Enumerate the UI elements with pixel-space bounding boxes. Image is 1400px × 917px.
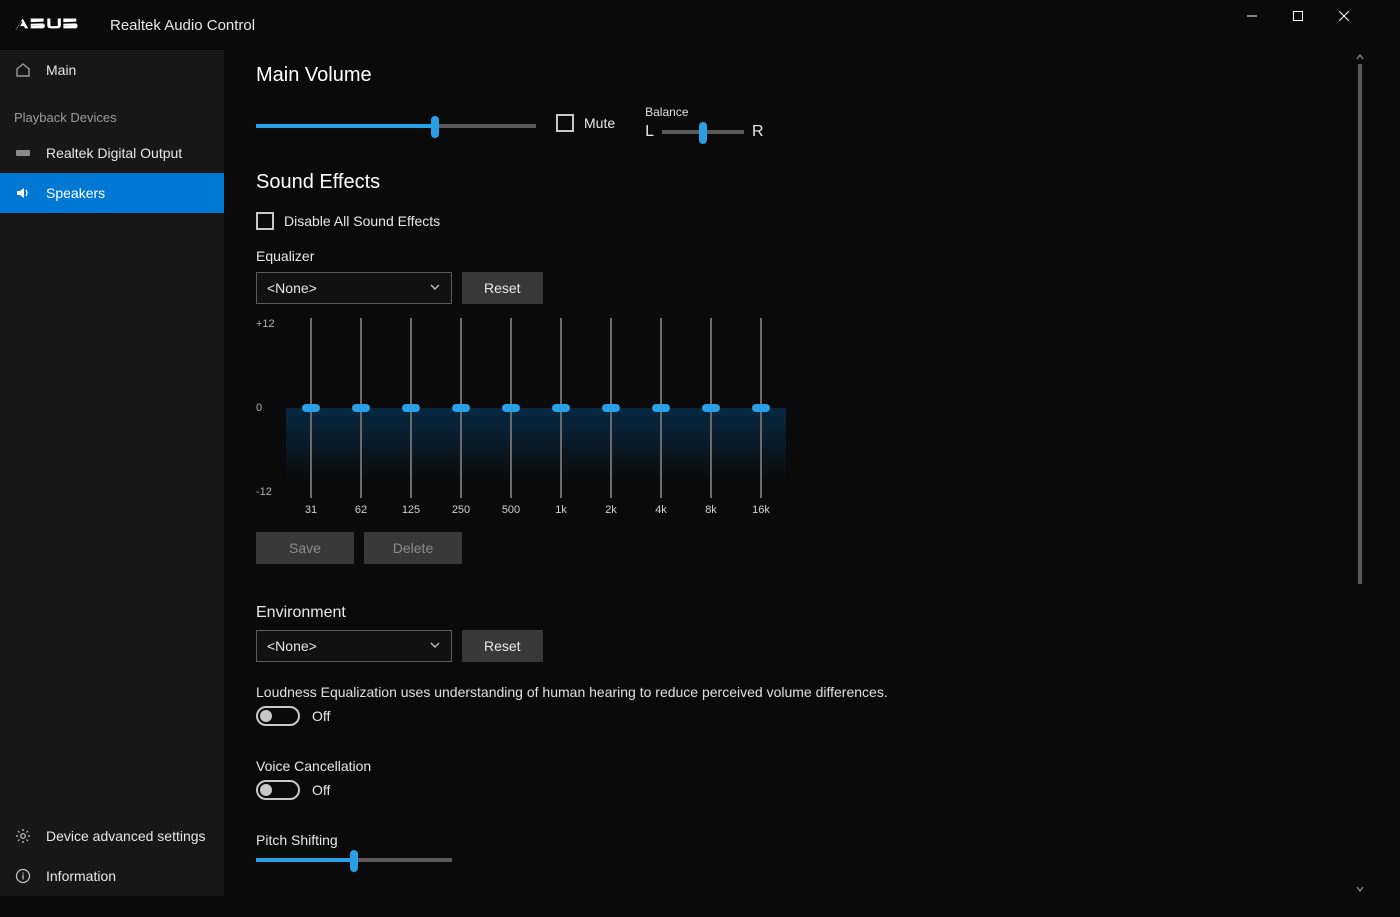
sidebar-item-digital-output[interactable]: Realtek Digital Output	[0, 133, 224, 173]
minimize-button[interactable]	[1229, 0, 1275, 32]
loudness-toggle[interactable]	[256, 706, 300, 726]
voice-cancellation-toggle[interactable]	[256, 780, 300, 800]
equalizer-preset-value: <None>	[267, 280, 317, 296]
eq-scale-bot: -12	[256, 486, 286, 498]
disable-effects-label: Disable All Sound Effects	[284, 213, 440, 229]
chevron-down-icon	[429, 638, 441, 654]
loudness-state: Off	[312, 708, 330, 724]
mute-label: Mute	[584, 115, 615, 131]
sidebar-item-speakers[interactable]: Speakers	[0, 173, 224, 213]
eq-freq-label: 62	[355, 504, 367, 516]
balance-left-label: L	[645, 123, 654, 141]
pitch-shifting-label: Pitch Shifting	[256, 832, 1326, 848]
info-icon	[14, 867, 32, 885]
eq-band-31[interactable]: 31	[286, 318, 336, 518]
maximize-button[interactable]	[1275, 0, 1321, 32]
gear-icon	[14, 827, 32, 845]
optical-icon	[14, 144, 32, 162]
scroll-down-icon[interactable]	[1353, 882, 1367, 896]
eq-band-125[interactable]: 125	[386, 318, 436, 518]
voice-cancellation-state: Off	[312, 782, 330, 798]
sidebar-item-label: Device advanced settings	[46, 828, 206, 844]
eq-freq-label: 8k	[705, 504, 717, 516]
eq-band-4k[interactable]: 4k	[636, 318, 686, 518]
chevron-down-icon	[429, 280, 441, 296]
eq-freq-label: 16k	[752, 504, 770, 516]
eq-band-8k[interactable]: 8k	[686, 318, 736, 518]
main-volume-title: Main Volume	[256, 64, 1326, 87]
eq-band-16k[interactable]: 16k	[736, 318, 786, 518]
sidebar-item-label: Main	[46, 62, 76, 78]
eq-freq-label: 250	[452, 504, 470, 516]
sidebar-item-label: Information	[46, 868, 116, 884]
eq-freq-label: 125	[402, 504, 420, 516]
eq-scale-mid: 0	[256, 402, 286, 414]
sound-effects-title: Sound Effects	[256, 171, 1326, 194]
equalizer-delete-button[interactable]: Delete	[364, 532, 462, 564]
main-volume-slider[interactable]	[256, 124, 536, 128]
loudness-description: Loudness Equalization uses understanding…	[256, 684, 1326, 700]
environment-label: Environment	[256, 604, 1326, 622]
eq-freq-label: 500	[502, 504, 520, 516]
vertical-scrollbar[interactable]	[1353, 50, 1367, 896]
balance-slider[interactable]	[662, 130, 744, 134]
pitch-shifting-slider[interactable]	[256, 858, 452, 862]
sidebar-section-playback: Playback Devices	[0, 90, 224, 133]
eq-band-62[interactable]: 62	[336, 318, 386, 518]
equalizer-preset-dropdown[interactable]: <None>	[256, 272, 452, 304]
sidebar-item-label: Realtek Digital Output	[46, 145, 182, 161]
eq-freq-label: 1k	[555, 504, 567, 516]
equalizer-save-button[interactable]: Save	[256, 532, 354, 564]
equalizer-reset-button[interactable]: Reset	[462, 272, 543, 304]
app-title: Realtek Audio Control	[110, 17, 255, 34]
eq-band-1k[interactable]: 1k	[536, 318, 586, 518]
sidebar-item-main[interactable]: Main	[0, 50, 224, 90]
content-area: Main Volume Mute Balance L	[224, 50, 1367, 896]
sidebar: Main Playback Devices Realtek Digital Ou…	[0, 50, 224, 896]
eq-band-500[interactable]: 500	[486, 318, 536, 518]
environment-preset-value: <None>	[267, 638, 317, 654]
eq-band-250[interactable]: 250	[436, 318, 486, 518]
sidebar-item-label: Speakers	[46, 185, 105, 201]
voice-cancellation-label: Voice Cancellation	[256, 758, 1326, 774]
eq-band-2k[interactable]: 2k	[586, 318, 636, 518]
equalizer: +12 0 -12 31 62 125 250 500 1k 2k 4k 8k 16k	[256, 318, 1326, 518]
eq-freq-label: 4k	[655, 504, 667, 516]
sidebar-item-information[interactable]: Information	[0, 856, 224, 896]
scroll-up-icon[interactable]	[1353, 50, 1367, 64]
balance-right-label: R	[752, 123, 764, 141]
equalizer-label: Equalizer	[256, 248, 1326, 264]
asus-logo	[14, 0, 88, 50]
titlebar: Realtek Audio Control	[0, 0, 1367, 50]
close-button[interactable]	[1321, 0, 1367, 32]
speaker-icon	[14, 184, 32, 202]
environment-preset-dropdown[interactable]: <None>	[256, 630, 452, 662]
eq-freq-label: 31	[305, 504, 317, 516]
balance-label: Balance	[645, 105, 763, 119]
sidebar-item-advanced[interactable]: Device advanced settings	[0, 816, 224, 856]
disable-effects-checkbox[interactable]	[256, 212, 274, 230]
home-icon	[14, 61, 32, 79]
scrollbar-thumb[interactable]	[1358, 64, 1362, 584]
eq-freq-label: 2k	[605, 504, 617, 516]
environment-reset-button[interactable]: Reset	[462, 630, 543, 662]
mute-checkbox[interactable]	[556, 114, 574, 132]
eq-scale-top: +12	[256, 318, 286, 330]
